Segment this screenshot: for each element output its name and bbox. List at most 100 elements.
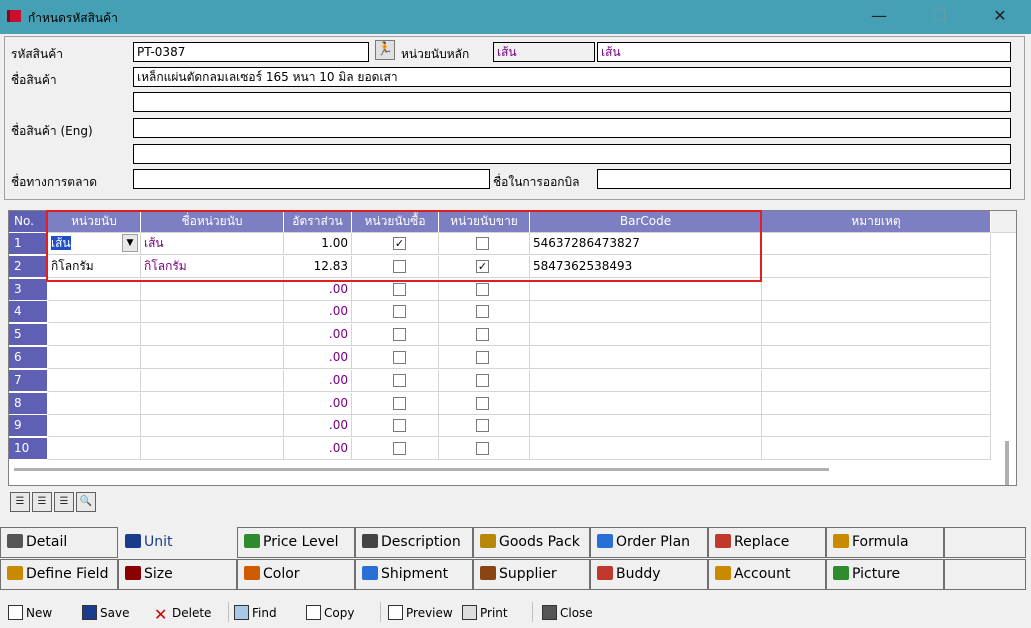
ratio-cell[interactable]: .00 <box>284 438 352 461</box>
tab-goods-pack[interactable]: Goods Pack <box>473 527 590 558</box>
unit-name-cell[interactable] <box>141 392 284 415</box>
tab-formula[interactable]: Formula <box>826 527 944 558</box>
barcode-cell[interactable] <box>530 347 762 369</box>
name-eng-input-2[interactable] <box>133 144 1011 164</box>
name-eng-input[interactable] <box>133 118 1011 138</box>
tab-description[interactable]: Description <box>355 527 473 558</box>
buy-unit-checkbox-cell[interactable] <box>352 301 439 324</box>
scrollbar-thumb[interactable] <box>14 468 829 471</box>
sell-unit-checkbox-cell[interactable] <box>439 438 530 461</box>
unit-cell[interactable] <box>48 369 141 392</box>
new-button[interactable]: New <box>8 604 52 622</box>
buy-unit-checkbox[interactable] <box>393 351 406 364</box>
buy-unit-checkbox[interactable] <box>393 282 406 296</box>
note-cell[interactable] <box>762 369 991 392</box>
vertical-scrollbar[interactable] <box>1005 441 1009 485</box>
col-note-header[interactable]: หมายเหตุ <box>762 211 991 233</box>
note-cell[interactable] <box>762 415 991 438</box>
sell-unit-checkbox-cell[interactable] <box>439 301 530 324</box>
run-icon[interactable]: 🏃 <box>375 40 395 60</box>
bill-input[interactable] <box>597 169 1011 189</box>
buy-unit-checkbox[interactable] <box>393 396 406 410</box>
note-cell[interactable] <box>762 278 991 301</box>
tab-price-level[interactable]: Price Level <box>237 527 355 558</box>
note-cell[interactable] <box>762 347 991 369</box>
tab-define-field[interactable]: Define Field <box>0 559 118 590</box>
insert-row-icon[interactable]: ☰ <box>10 492 30 512</box>
market-input[interactable] <box>133 169 490 189</box>
barcode-cell[interactable] <box>530 392 762 415</box>
buy-unit-checkbox-cell[interactable] <box>352 392 439 415</box>
buy-unit-checkbox-cell[interactable] <box>352 438 439 461</box>
buy-unit-checkbox-cell[interactable] <box>352 347 439 369</box>
unit-cell[interactable] <box>48 438 141 461</box>
print-button[interactable]: Print <box>462 604 508 622</box>
ratio-cell[interactable]: .00 <box>284 392 352 415</box>
buy-unit-checkbox-cell[interactable] <box>352 415 439 438</box>
note-cell[interactable] <box>762 324 991 347</box>
tab-picture[interactable]: Picture <box>826 559 944 590</box>
unit-name-cell[interactable] <box>141 415 284 438</box>
sell-unit-checkbox-cell[interactable] <box>439 324 530 347</box>
add-row-icon[interactable]: ☰ <box>32 492 52 512</box>
minimize-button[interactable]: — <box>856 0 902 34</box>
table-row[interactable]: 7.00 <box>9 369 1016 392</box>
buy-unit-checkbox[interactable] <box>393 305 406 319</box>
sell-unit-checkbox[interactable] <box>476 351 489 364</box>
table-row[interactable]: 5.00 <box>9 324 1016 347</box>
barcode-cell[interactable] <box>530 438 762 461</box>
sell-unit-checkbox-cell[interactable] <box>439 369 530 392</box>
note-cell[interactable] <box>762 255 991 278</box>
note-cell[interactable] <box>762 301 991 324</box>
unit-main-field[interactable]: เส้น <box>493 42 595 62</box>
ratio-cell[interactable]: .00 <box>284 369 352 392</box>
table-row[interactable]: 6.00 <box>9 347 1016 369</box>
buy-unit-checkbox-cell[interactable] <box>352 369 439 392</box>
unit-name-cell[interactable] <box>141 369 284 392</box>
barcode-cell[interactable] <box>530 324 762 347</box>
sell-unit-checkbox[interactable] <box>476 373 489 387</box>
unit-name-cell[interactable] <box>141 438 284 461</box>
sell-unit-checkbox[interactable] <box>476 282 489 296</box>
table-row[interactable]: 10.00 <box>9 438 1016 461</box>
table-row[interactable]: 8.00 <box>9 392 1016 415</box>
tab-supplier[interactable]: Supplier <box>473 559 590 590</box>
buy-unit-checkbox[interactable] <box>393 373 406 387</box>
tab-order-plan[interactable]: Order Plan <box>590 527 708 558</box>
sell-unit-checkbox[interactable] <box>476 442 489 456</box>
unit-cell[interactable] <box>48 392 141 415</box>
sell-unit-checkbox-cell[interactable] <box>439 415 530 438</box>
unit-main-name-field[interactable]: เส้น <box>597 42 1011 62</box>
save-button[interactable]: Save <box>82 604 129 622</box>
copy-button[interactable]: Copy <box>306 604 354 622</box>
table-row[interactable]: 4.00 <box>9 301 1016 324</box>
find-button[interactable]: Find <box>234 604 277 622</box>
sell-unit-checkbox-cell[interactable] <box>439 347 530 369</box>
sell-unit-checkbox[interactable] <box>476 328 489 342</box>
name-input[interactable]: เหล็กแผ่นตัดกลมเลเซอร์ 165 หนา 10 มิล ยอ… <box>133 67 1011 87</box>
buy-unit-checkbox[interactable] <box>393 419 406 433</box>
sell-unit-checkbox-cell[interactable] <box>439 392 530 415</box>
tab-buddy[interactable]: Buddy <box>590 559 708 590</box>
unit-name-cell[interactable] <box>141 347 284 369</box>
unit-name-cell[interactable] <box>141 324 284 347</box>
barcode-cell[interactable] <box>530 369 762 392</box>
preview-button[interactable]: Preview <box>388 604 453 622</box>
sell-unit-checkbox[interactable] <box>476 305 489 319</box>
ratio-cell[interactable]: .00 <box>284 347 352 369</box>
unit-cell[interactable] <box>48 301 141 324</box>
close-window-button[interactable]: ✕ <box>977 0 1023 34</box>
barcode-cell[interactable] <box>530 415 762 438</box>
tab-shipment[interactable]: Shipment <box>355 559 473 590</box>
tab-color[interactable]: Color <box>237 559 355 590</box>
ratio-cell[interactable]: .00 <box>284 324 352 347</box>
tab-replace[interactable]: Replace <box>708 527 826 558</box>
note-cell[interactable] <box>762 438 991 461</box>
note-cell[interactable] <box>762 233 991 255</box>
unit-cell[interactable] <box>48 415 141 438</box>
sell-unit-checkbox[interactable] <box>476 419 489 433</box>
unit-name-cell[interactable] <box>141 301 284 324</box>
table-row[interactable]: 9.00 <box>9 415 1016 438</box>
close-button[interactable]: Close <box>542 604 593 622</box>
note-cell[interactable] <box>762 392 991 415</box>
